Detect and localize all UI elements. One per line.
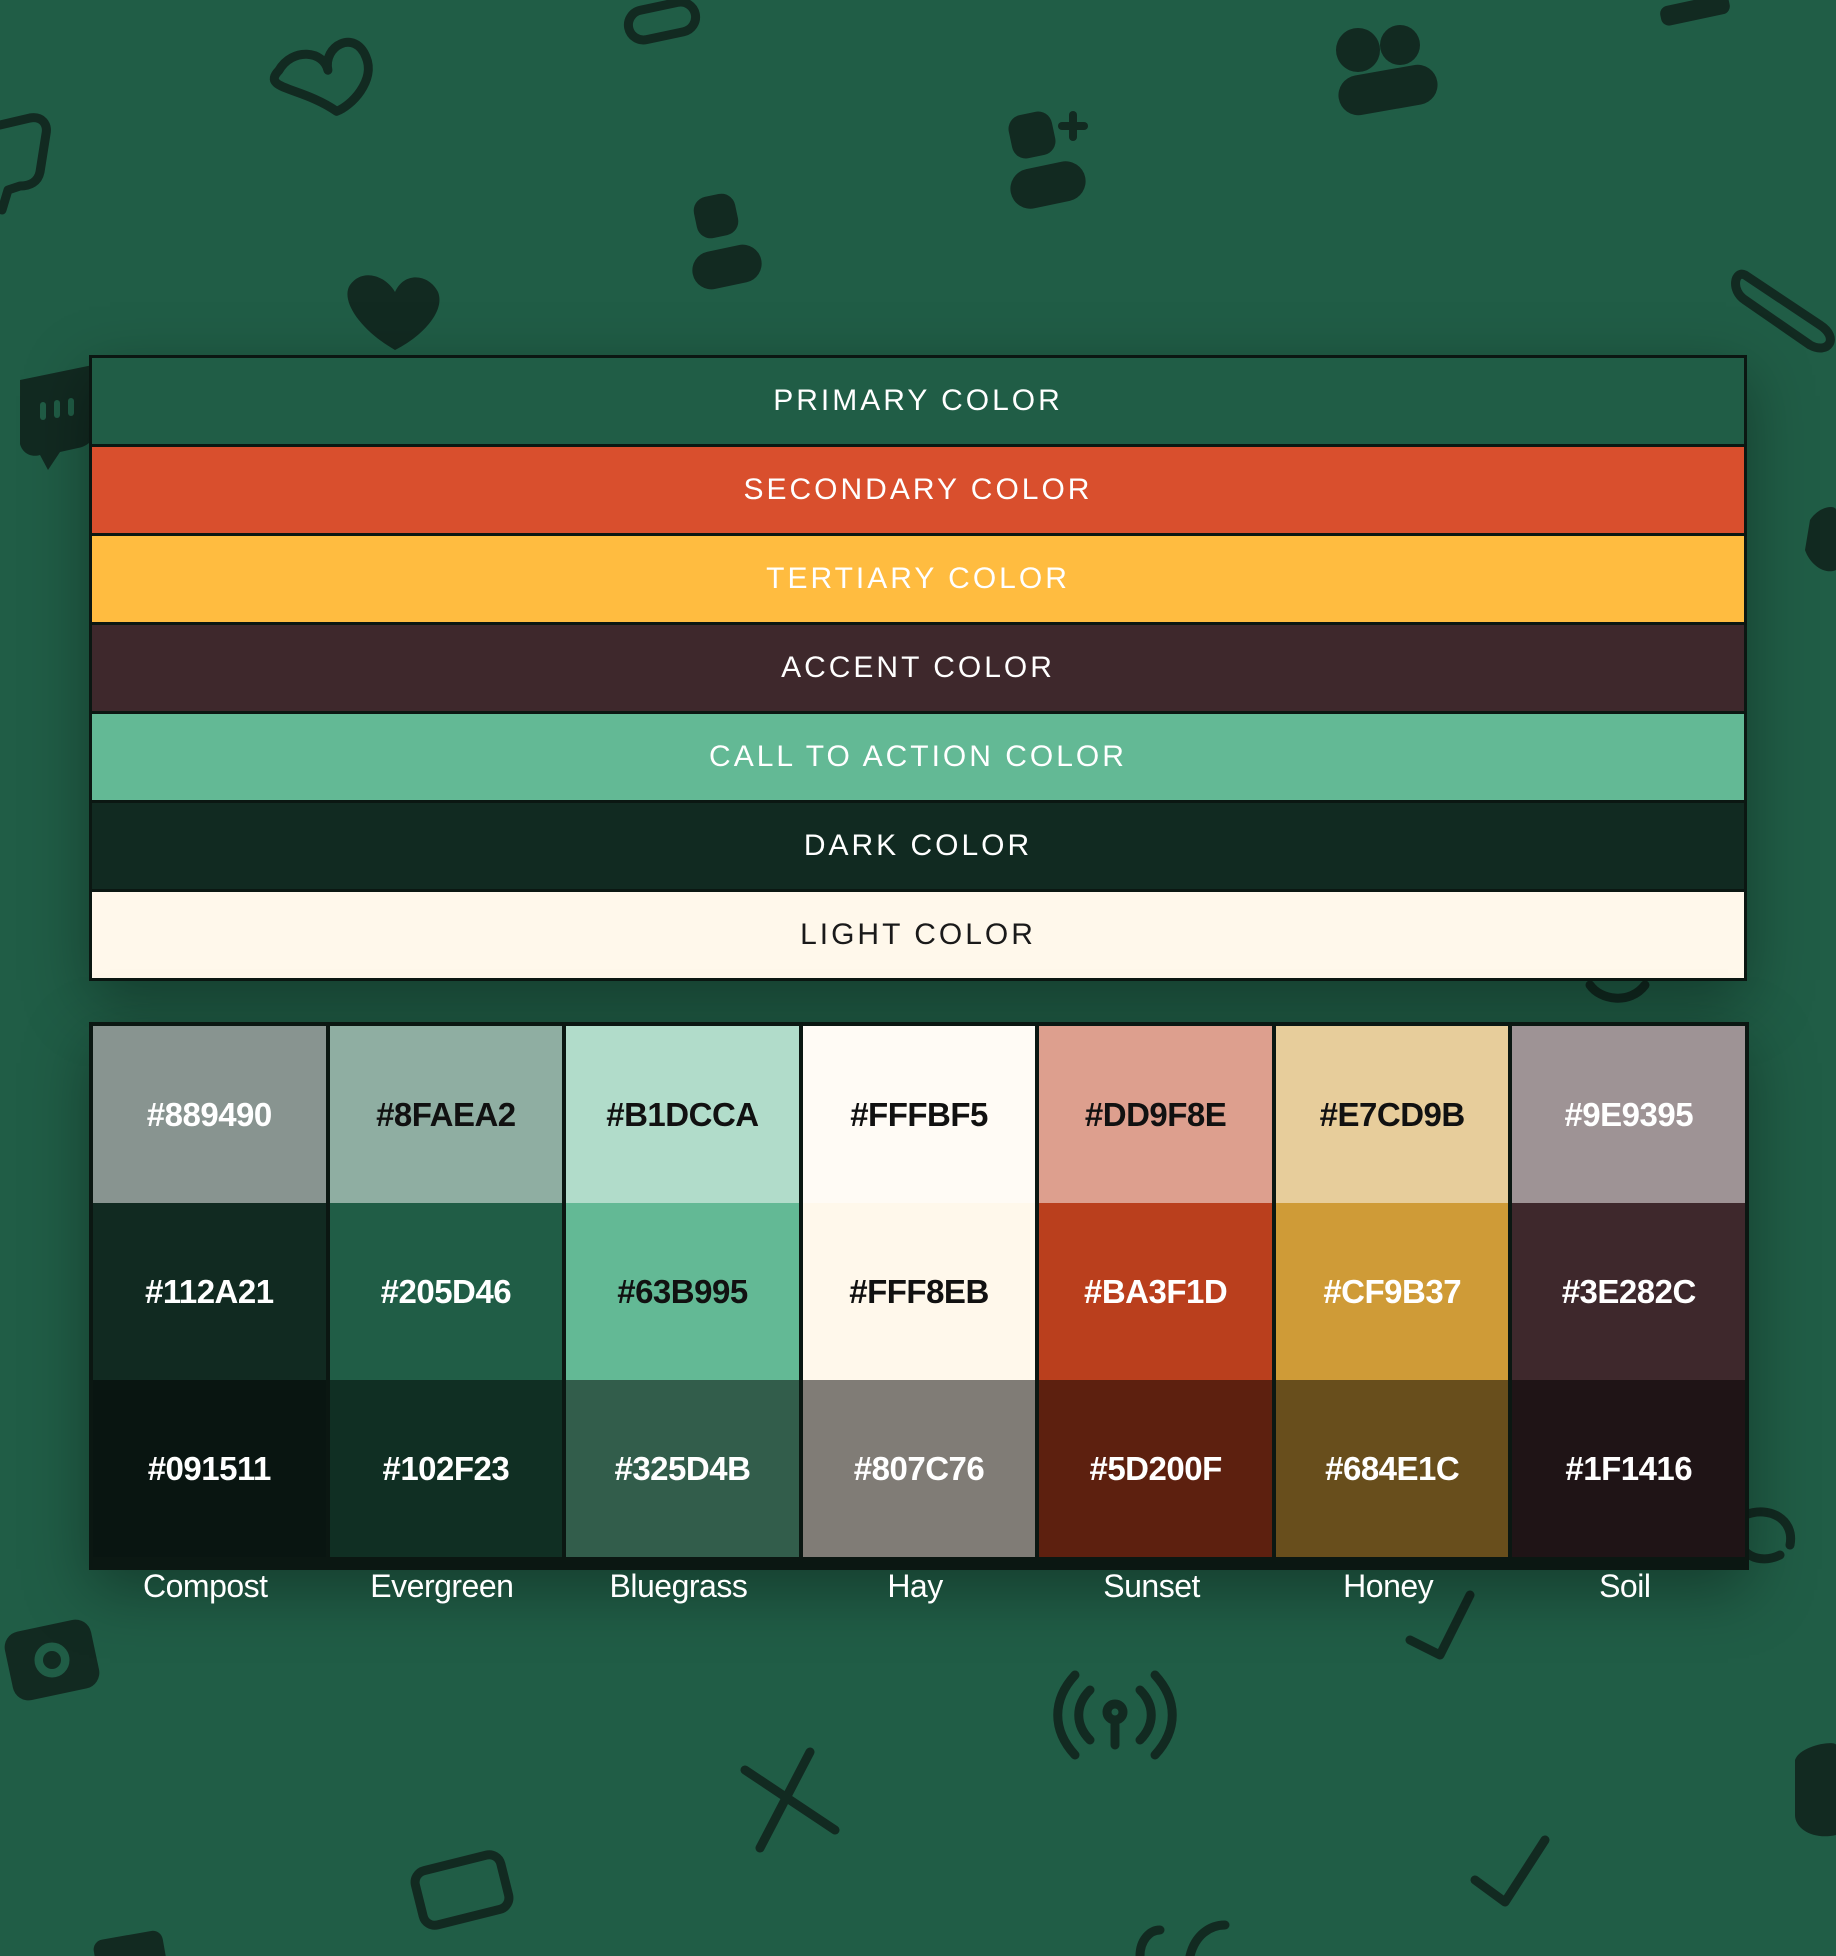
swatch: #E7CD9B bbox=[1275, 1026, 1509, 1203]
add-user-icon-body bbox=[1010, 161, 1086, 209]
dark-color-band: DARK COLOR bbox=[92, 803, 1744, 892]
swatch: #112A21 bbox=[93, 1203, 326, 1380]
swatch: #8FAEA2 bbox=[329, 1026, 563, 1203]
accent-color-label: ACCENT COLOR bbox=[781, 651, 1055, 684]
add-user-icon-plus-v bbox=[1069, 111, 1077, 141]
user-icon-body bbox=[692, 244, 762, 290]
group-icon-head-1 bbox=[1336, 28, 1380, 72]
palette-page: { "colors": { "background": "#205D46", "… bbox=[0, 0, 1836, 1956]
role-colors-panel: PRIMARY COLOR SECONDARY COLOR TERTIARY C… bbox=[89, 355, 1747, 981]
family-name-sunset: Sunset bbox=[1103, 1568, 1200, 1604]
soil-shades: #9E9395 #3E282C #1F1416 bbox=[1512, 1026, 1746, 1566]
primary-color-label: PRIMARY COLOR bbox=[773, 384, 1063, 417]
swatch: #9E9395 bbox=[1512, 1026, 1746, 1203]
evergreen-shades: #8FAEA2 #205D46 #102F23 bbox=[329, 1026, 563, 1566]
swatch: #3E282C bbox=[1512, 1203, 1746, 1380]
broadcast-center-icon bbox=[1102, 1699, 1128, 1725]
tertiary-color-band: TERTIARY COLOR bbox=[92, 536, 1744, 625]
light-color-label: LIGHT COLOR bbox=[800, 918, 1036, 951]
heart-icon bbox=[347, 275, 440, 350]
secondary-color-band: SECONDARY COLOR bbox=[92, 447, 1744, 536]
broadcast-icon bbox=[1053, 1670, 1177, 1760]
family-name-compost: Compost bbox=[143, 1568, 268, 1604]
swatch: #889490 bbox=[93, 1026, 326, 1203]
accent-color-band: ACCENT COLOR bbox=[92, 625, 1744, 714]
add-user-icon-head bbox=[1008, 111, 1056, 159]
shade-grid: #889490 #112A21 #091511 #8FAEA2 #205D46 … bbox=[89, 1022, 1749, 1570]
family-name-hay: Hay bbox=[887, 1568, 943, 1604]
swatch: #FFF8EB bbox=[802, 1203, 1036, 1380]
chat-bubble-outline-icon bbox=[0, 113, 51, 215]
card-icon bbox=[1795, 1743, 1836, 1837]
call-to-action-color-band: CALL TO ACTION COLOR bbox=[92, 714, 1744, 803]
compost-shades: #889490 #112A21 #091511 bbox=[93, 1026, 326, 1566]
tertiary-color-label: TERTIARY COLOR bbox=[766, 562, 1070, 595]
close-icon bbox=[740, 1747, 840, 1853]
pill-icon bbox=[623, 0, 701, 45]
swatch: #102F23 bbox=[329, 1380, 563, 1557]
bluegrass-shades: #B1DCCA #63B995 #325D4B bbox=[566, 1026, 799, 1566]
sunset-shades: #DD9F8E #BA3F1D #5D200F bbox=[1039, 1026, 1272, 1566]
circle-outline-icon bbox=[1585, 980, 1650, 1003]
swatch: #BA3F1D bbox=[1039, 1203, 1272, 1380]
credit-card-icon bbox=[410, 1850, 514, 1930]
family-name-soil: Soil bbox=[1599, 1568, 1651, 1604]
swatch: #091511 bbox=[93, 1380, 326, 1557]
tag-icon bbox=[1805, 507, 1836, 572]
family-name-bluegrass: Bluegrass bbox=[609, 1568, 748, 1604]
group-icon-head-2 bbox=[1380, 25, 1420, 65]
family-name-honey: Honey bbox=[1343, 1568, 1434, 1604]
swatch: #205D46 bbox=[329, 1203, 563, 1380]
swatch: #CF9B37 bbox=[1275, 1203, 1509, 1380]
light-color-band: LIGHT COLOR bbox=[92, 892, 1744, 978]
card-partial-icon bbox=[93, 1930, 167, 1956]
primary-color-band: PRIMARY COLOR bbox=[92, 358, 1744, 447]
family-name-evergreen: Evergreen bbox=[370, 1568, 514, 1604]
call-to-action-color-label: CALL TO ACTION COLOR bbox=[709, 740, 1127, 773]
swatch: #684E1C bbox=[1275, 1380, 1509, 1557]
honey-shades: #E7CD9B #CF9B37 #684E1C bbox=[1275, 1026, 1509, 1566]
swatch: #DD9F8E bbox=[1039, 1026, 1272, 1203]
secondary-color-label: SECONDARY COLOR bbox=[743, 473, 1093, 506]
checkmark-icon bbox=[1470, 1835, 1550, 1907]
heart-outline-icon bbox=[269, 37, 373, 116]
user-icon-head bbox=[693, 193, 739, 239]
dark-color-label: DARK COLOR bbox=[803, 829, 1033, 862]
swatch: #325D4B bbox=[566, 1380, 799, 1557]
swatch: #FFFBF5 bbox=[802, 1026, 1036, 1203]
swatch: #B1DCCA bbox=[566, 1026, 799, 1203]
family-names: Compost Evergreen Bluegrass Hay Sunset H… bbox=[89, 1568, 1741, 1612]
hay-shades: #FFFBF5 #FFF8EB #807C76 bbox=[802, 1026, 1036, 1566]
paperclip-icon bbox=[1731, 269, 1835, 353]
bar-icon bbox=[1660, 0, 1730, 26]
swatch: #1F1416 bbox=[1512, 1380, 1746, 1557]
swatch: #807C76 bbox=[802, 1380, 1036, 1557]
broadcast-partial-icon bbox=[1135, 1920, 1230, 1956]
swatch: #63B995 bbox=[566, 1203, 799, 1380]
swatch: #5D200F bbox=[1039, 1380, 1272, 1557]
